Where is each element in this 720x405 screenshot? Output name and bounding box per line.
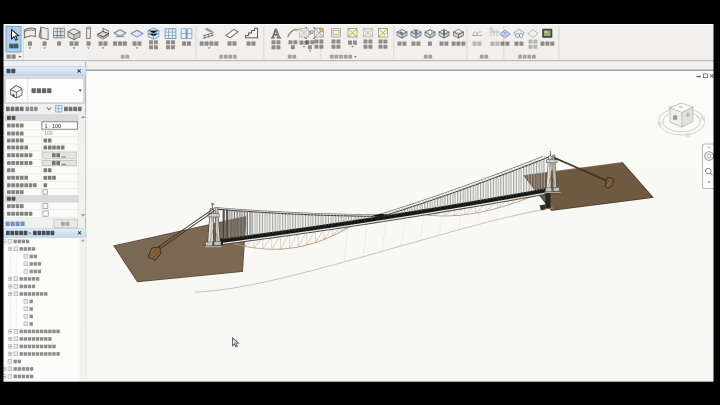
- svg-text:A: A: [271, 26, 281, 41]
- svg-text:1 : 100: 1 : 100: [45, 124, 62, 130]
- svg-text:100: 100: [44, 131, 53, 137]
